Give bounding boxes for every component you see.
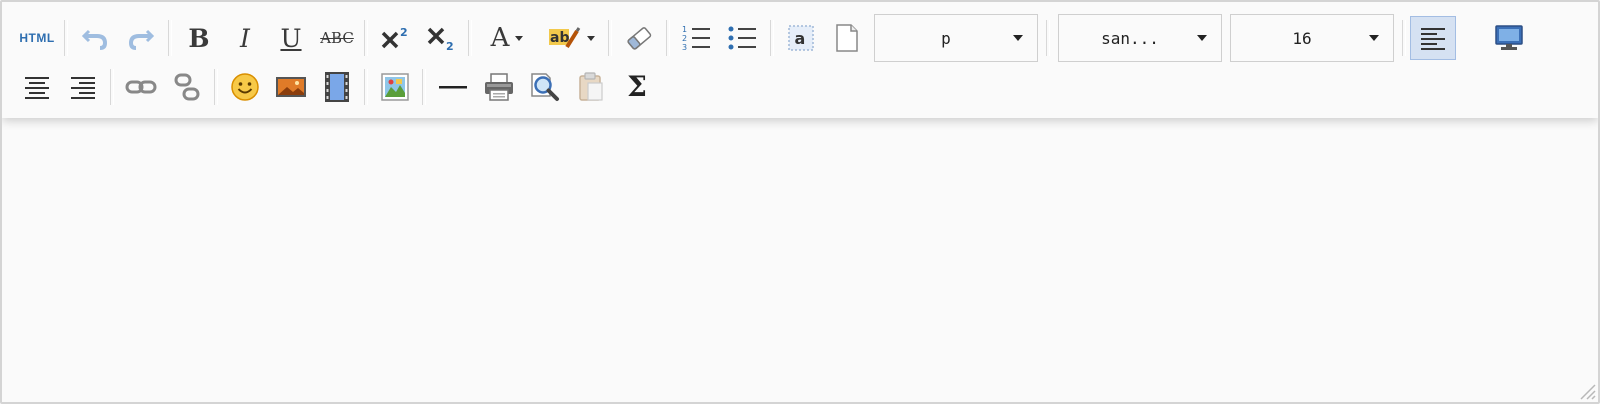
underline-button[interactable]: U (268, 16, 314, 60)
preview-button[interactable] (522, 65, 568, 109)
align-left-icon (1421, 28, 1445, 50)
resize-handle-icon[interactable] (1576, 380, 1596, 400)
align-center-icon (25, 77, 49, 99)
toolbar-separator (64, 20, 68, 56)
toolbar-separator (608, 20, 612, 56)
toolbar-separator (770, 20, 774, 56)
toolbar-separator (468, 20, 472, 56)
chevron-down-icon (587, 35, 595, 41)
image-icon (276, 77, 306, 97)
undo-icon (81, 29, 108, 50)
paste-button[interactable] (568, 65, 614, 109)
link-icon (125, 80, 157, 94)
select-all-icon: a (788, 25, 814, 51)
bold-icon: B (188, 23, 210, 53)
superscript-icon: 2 (381, 26, 408, 49)
align-center-button[interactable] (14, 65, 60, 109)
align-left-button[interactable] (1410, 16, 1456, 60)
subscript-icon: 2 (427, 27, 454, 51)
highlight-color-icon: ab (549, 27, 581, 49)
fullscreen-icon (1495, 25, 1523, 50)
insert-video-button[interactable] (314, 65, 360, 109)
eraser-icon (627, 27, 652, 50)
unordered-list-icon (728, 26, 756, 50)
html-source-icon: HTML (19, 31, 55, 45)
strikethrough-icon: ABC (320, 28, 354, 47)
redo-button[interactable] (118, 16, 164, 60)
horizontal-rule-button[interactable] (430, 65, 476, 109)
print-icon (485, 73, 513, 101)
ordered-list-button[interactable]: 1 2 3 (674, 16, 720, 60)
toolbar-separator (1402, 20, 1406, 56)
select-all-button[interactable]: a (778, 16, 824, 60)
toolbar-separator (168, 20, 172, 56)
fullscreen-button[interactable] (1486, 16, 1532, 60)
toolbar-separator (214, 69, 218, 105)
redo-icon (128, 29, 155, 50)
emoticon-icon (231, 73, 259, 101)
remove-link-button[interactable] (164, 65, 210, 109)
italic-button[interactable]: I (222, 16, 268, 60)
align-right-icon (71, 77, 95, 99)
print-button[interactable] (476, 65, 522, 109)
emoticon-button[interactable] (222, 65, 268, 109)
svg-text:ab: ab (550, 30, 569, 46)
svg-text:1: 1 (682, 25, 687, 34)
underline-icon: U (280, 23, 302, 53)
align-right-button[interactable] (60, 65, 106, 109)
map-image-icon (381, 73, 409, 101)
strikethrough-button[interactable]: ABC (314, 16, 360, 60)
ordered-list-icon: 1 2 3 (682, 25, 710, 52)
highlight-color-button[interactable]: ab (538, 16, 604, 60)
horizontal-rule-icon (439, 86, 467, 89)
paragraph-format-select[interactable]: p (874, 14, 1038, 62)
chevron-down-icon (1369, 35, 1379, 41)
svg-text:2: 2 (682, 34, 687, 43)
toolbar-separator (364, 69, 368, 105)
insert-link-button[interactable] (118, 65, 164, 109)
svg-text:2: 2 (446, 40, 454, 51)
video-icon (325, 72, 349, 102)
italic-icon: I (240, 23, 250, 53)
insert-map-button[interactable] (372, 65, 418, 109)
clear-format-button[interactable] (616, 16, 662, 60)
unordered-list-button[interactable] (720, 16, 766, 60)
chevron-down-icon (515, 35, 524, 41)
new-document-button[interactable] (824, 16, 870, 60)
toolbar-separator (110, 69, 114, 105)
toolbar-row-2: Σ (14, 65, 660, 109)
rich-text-editor: HTML B I U ABC 2 2 A ab 1 2 3 a p san...… (0, 0, 1600, 404)
paste-icon (579, 72, 603, 101)
editor-content-area[interactable] (2, 118, 1598, 402)
formula-icon: Σ (627, 70, 647, 103)
chevron-down-icon (1013, 35, 1023, 41)
toolbar-separator (666, 20, 670, 56)
toolbar-separator (364, 20, 368, 56)
font-size-select[interactable]: 16 (1230, 14, 1394, 62)
bold-button[interactable]: B (176, 16, 222, 60)
preview-icon (531, 73, 559, 101)
subscript-button[interactable]: 2 (418, 16, 464, 60)
svg-text:2: 2 (400, 26, 408, 39)
svg-text:a: a (795, 29, 806, 48)
chevron-down-icon (1197, 35, 1207, 41)
undo-button[interactable] (72, 16, 118, 60)
editor-toolbar: HTML B I U ABC 2 2 A ab 1 2 3 a p san...… (2, 2, 1598, 118)
toolbar-row-1: HTML B I U ABC 2 2 A ab 1 2 3 a p san...… (14, 14, 1532, 62)
insert-formula-button[interactable]: Σ (614, 65, 660, 109)
font-color-button[interactable]: A (476, 16, 538, 60)
superscript-button[interactable]: 2 (372, 16, 418, 60)
font-color-icon: A (490, 23, 510, 53)
toolbar-separator (422, 69, 426, 105)
unlink-icon (174, 73, 200, 101)
toolbar-separator (1046, 20, 1050, 56)
insert-image-button[interactable] (268, 65, 314, 109)
svg-text:3: 3 (682, 43, 687, 52)
font-family-select[interactable]: san... (1058, 14, 1222, 62)
blank-page-icon (836, 24, 858, 52)
source-code-button[interactable]: HTML (14, 16, 60, 60)
